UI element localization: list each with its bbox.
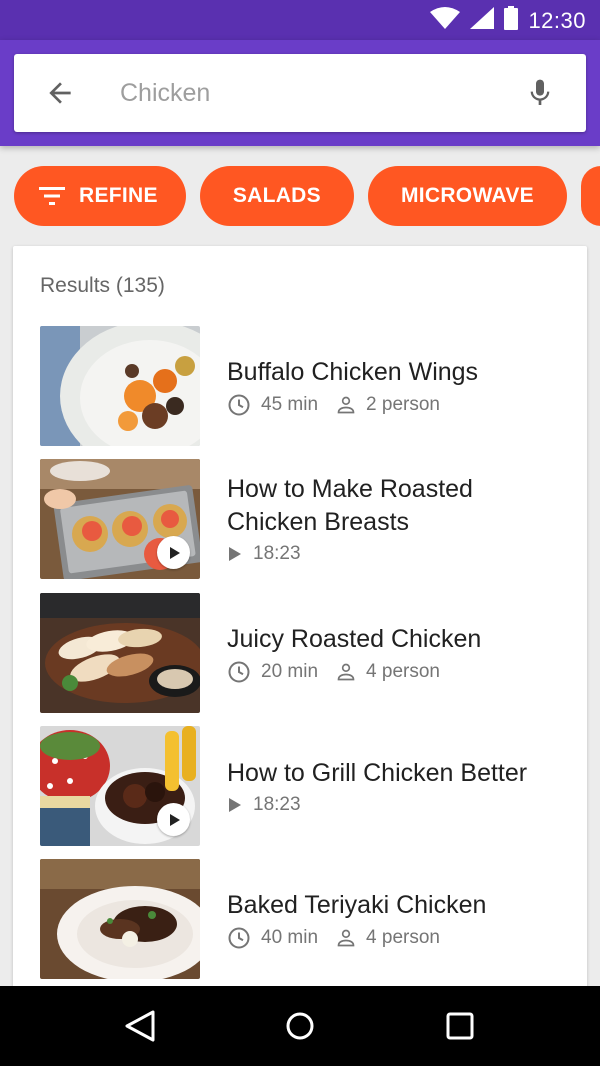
chip-refine[interactable]: REFINE <box>14 166 186 226</box>
search-input[interactable] <box>120 78 500 108</box>
navigation-bar <box>0 986 600 1066</box>
results-title: Results (135) <box>40 274 165 297</box>
chip-microwave[interactable]: MICROWAVE <box>367 166 567 226</box>
play-icon <box>229 547 241 561</box>
back-button[interactable] <box>30 63 90 123</box>
chip-label: REFINE <box>79 184 158 207</box>
recipe-title: How to Grill Chicken Better <box>227 758 528 787</box>
filter-icon <box>39 186 65 206</box>
recipe-title: How to Make Roasted Chicken Breasts <box>227 475 473 536</box>
list-item[interactable]: How to Make Roasted Chicken Breasts 18:2… <box>40 459 570 579</box>
play-icon <box>229 797 241 812</box>
cook-time: 20 min <box>227 660 318 684</box>
home-circle-icon <box>286 1012 314 1040</box>
back-triangle-icon <box>125 1010 155 1042</box>
status-time: 12:30 <box>528 7 586 33</box>
clock-icon <box>228 661 250 682</box>
list-item[interactable]: Buffalo Chicken Wings 45 min 2 person <box>40 326 570 446</box>
list-item[interactable]: How to Grill Chicken Better 18:23 <box>40 726 570 846</box>
recipe-thumbnail <box>40 859 200 979</box>
nav-recents-button[interactable] <box>430 996 490 1056</box>
video-badge <box>157 536 190 569</box>
cook-time: 45 min <box>227 393 318 417</box>
recipe-thumbnail <box>40 326 200 446</box>
chip-salads[interactable]: SALADS <box>199 166 354 226</box>
results-card: Results (135) Buffalo Chicken Wings 45 m… <box>13 246 587 1006</box>
list-item[interactable]: Juicy Roasted Chicken 20 min 4 person <box>40 593 570 713</box>
person-icon <box>337 929 355 946</box>
app-bar <box>0 40 600 146</box>
servings: 4 person <box>336 927 440 949</box>
search-box <box>14 54 586 132</box>
battery-icon <box>504 6 519 35</box>
video-duration: 18:23 <box>227 794 301 816</box>
nav-home-button[interactable] <box>270 996 330 1056</box>
person-icon <box>337 396 355 413</box>
recipe-title: Juicy Roasted Chicken <box>227 624 482 653</box>
cook-time: 40 min <box>227 926 318 950</box>
play-icon <box>169 813 180 826</box>
chip-label: SALADS <box>232 184 321 207</box>
play-icon <box>169 546 180 559</box>
recipe-title: Buffalo Chicken Wings <box>227 357 479 386</box>
wifi-icon <box>430 7 461 34</box>
signal-icon <box>470 7 495 34</box>
recipe-thumbnail <box>40 726 200 846</box>
video-badge <box>157 803 190 836</box>
arrow-back-icon <box>49 82 71 104</box>
recipe-thumbnail <box>40 593 200 713</box>
clock-icon <box>228 927 250 948</box>
status-bar: 12:30 <box>0 0 600 40</box>
mic-button[interactable] <box>510 63 570 123</box>
clock-icon <box>228 394 250 415</box>
person-icon <box>337 663 355 680</box>
filter-chips: REFINE SALADS MICROWAVE <box>14 166 600 226</box>
video-duration: 18:23 <box>227 543 301 565</box>
nav-back-button[interactable] <box>110 996 170 1056</box>
list-item[interactable]: Baked Teriyaki Chicken 40 min 4 person <box>40 859 570 979</box>
chip-label: MICROWAVE <box>400 184 534 207</box>
chip-partial[interactable] <box>580 166 600 226</box>
recents-square-icon <box>446 1012 474 1040</box>
recipe-title: Baked Teriyaki Chicken <box>227 890 487 919</box>
servings: 2 person <box>336 394 440 416</box>
servings: 4 person <box>336 661 440 683</box>
mic-icon <box>530 79 550 105</box>
recipe-thumbnail <box>40 459 200 579</box>
